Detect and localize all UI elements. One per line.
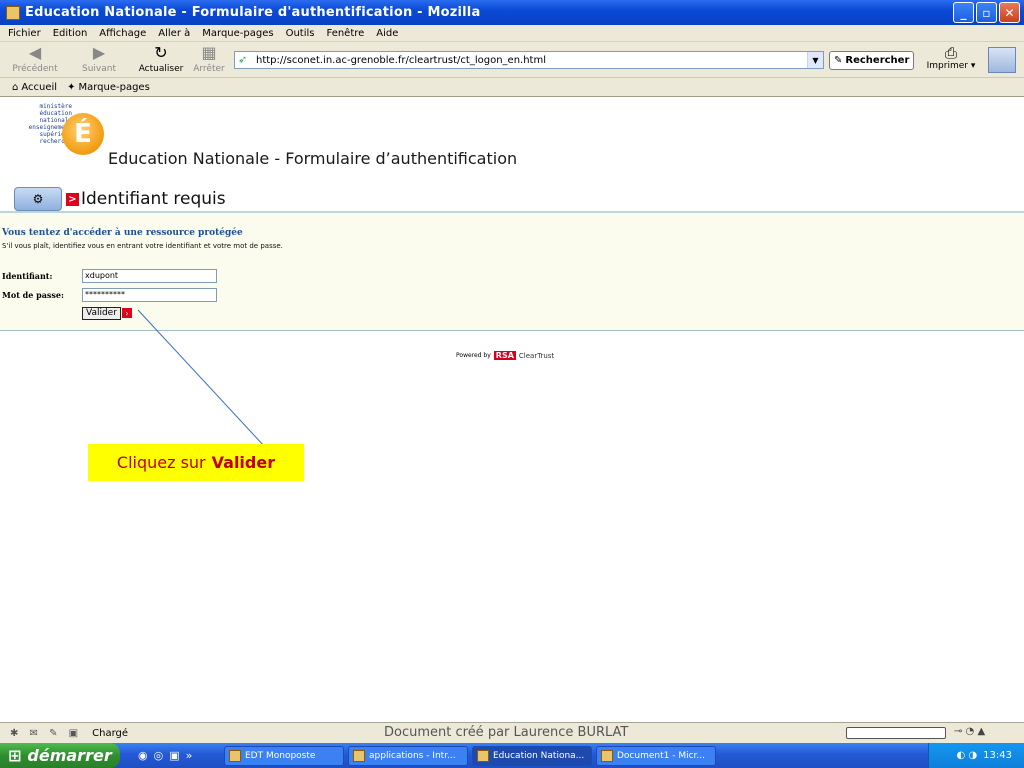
- start-button[interactable]: ⊞ démarrer: [0, 743, 120, 768]
- bookmarks-toolbar: ⌂ Accueil ✦ Marque-pages: [0, 78, 1024, 97]
- taskbar: ⊞ démarrer ◉◎▣» EDT Monoposte applicatio…: [0, 743, 1024, 768]
- clock: 13:43: [983, 750, 1012, 761]
- taskbar-item[interactable]: EDT Monoposte: [224, 745, 344, 766]
- callout-target: Valider: [211, 453, 276, 472]
- stop-label: Arrêter: [193, 64, 225, 74]
- menu-bar: Fichier Edition Affichage Aller à Marque…: [0, 25, 1024, 42]
- back-arrow-icon: ◀: [28, 43, 42, 62]
- progress-bar: [846, 727, 946, 739]
- back-button[interactable]: ◀ Précédent: [6, 43, 64, 75]
- security-icons: ⊸ ◔ ▲: [954, 726, 986, 737]
- minimize-button[interactable]: _: [953, 2, 974, 23]
- task-label: applications - Intr...: [369, 750, 456, 761]
- bookmark-accueil[interactable]: ⌂ Accueil: [12, 82, 57, 93]
- home-icon: ⌂: [12, 81, 19, 93]
- throbber-icon: [988, 47, 1016, 73]
- taskbar-item[interactable]: Document1 - Micr...: [596, 745, 716, 766]
- windows-logo-icon: ⊞: [8, 746, 22, 765]
- menu-fichier[interactable]: Fichier: [8, 28, 41, 39]
- window-title-bar[interactable]: Education Nationale - Formulaire d'authe…: [0, 0, 1024, 25]
- url-dropdown-icon[interactable]: ▼: [807, 52, 823, 68]
- status-icons: ✱ ✉ ✎ ▣: [10, 727, 83, 739]
- menu-marque-pages[interactable]: Marque-pages: [202, 28, 273, 39]
- task-icon: [229, 749, 241, 762]
- print-button[interactable]: ⎙ Imprimer ▾: [920, 45, 982, 71]
- stop-icon: ▦: [201, 43, 217, 62]
- task-label: Education Nationa...: [493, 750, 585, 761]
- menu-aller[interactable]: Aller à: [158, 28, 190, 39]
- start-label: démarrer: [27, 746, 112, 765]
- status-text: Chargé: [92, 727, 129, 739]
- stop-button[interactable]: ▦ Arrêter: [180, 43, 238, 75]
- reload-label: Actualiser: [138, 64, 184, 74]
- bookmark-accueil-label: Accueil: [21, 81, 58, 93]
- page-content: ministère éducation nationale enseigneme…: [0, 97, 1024, 721]
- forward-button[interactable]: ▶ Suivant: [70, 43, 128, 75]
- navigation-toolbar: ◀ Précédent ▶ Suivant ↻ Actualiser ▦ Arr…: [0, 42, 1024, 78]
- maximize-button[interactable]: ▫: [976, 2, 997, 23]
- task-label: Document1 - Micr...: [617, 750, 705, 761]
- window-controls: _ ▫ ✕: [953, 2, 1020, 23]
- forward-arrow-icon: ▶: [92, 43, 106, 62]
- menu-affichage[interactable]: Affichage: [99, 28, 146, 39]
- close-button[interactable]: ✕: [999, 2, 1020, 23]
- quick-launch[interactable]: ◉◎▣»: [138, 749, 220, 762]
- bookmark-marque-pages[interactable]: ✦ Marque-pages: [67, 82, 150, 93]
- back-label: Précédent: [12, 64, 58, 74]
- url-text[interactable]: http://sconet.in.ac-grenoble.fr/cleartru…: [256, 55, 807, 66]
- task-label: EDT Monoposte: [245, 750, 316, 761]
- task-icon: [353, 749, 365, 762]
- status-bar: ✱ ✉ ✎ ▣ Chargé Document créé par Laurenc…: [0, 722, 1024, 743]
- system-tray: ◐ ◑ 13:43: [928, 743, 1024, 768]
- menu-edition[interactable]: Edition: [53, 28, 88, 39]
- search-label: Rechercher: [845, 55, 910, 66]
- task-icon: [477, 749, 489, 762]
- bookmarks-icon: ✦: [67, 81, 76, 93]
- callout-box: Cliquez sur Valider: [88, 444, 304, 481]
- document-credit: Document créé par Laurence BURLAT: [384, 725, 629, 740]
- forward-label: Suivant: [82, 64, 116, 74]
- menu-outils[interactable]: Outils: [286, 28, 315, 39]
- search-icon: ✎: [834, 55, 843, 66]
- menu-fenetre[interactable]: Fenêtre: [326, 28, 364, 39]
- search-button[interactable]: ✎ Rechercher: [829, 51, 914, 70]
- address-bar[interactable]: ➶ http://sconet.in.ac-grenoble.fr/cleart…: [234, 51, 824, 69]
- page-icon: ➶: [238, 53, 248, 66]
- window-title: Education Nationale - Formulaire d'authe…: [25, 5, 481, 20]
- taskbar-item[interactable]: applications - Intr...: [348, 745, 468, 766]
- print-label: Imprimer: [926, 61, 968, 71]
- app-icon: [6, 5, 20, 20]
- tray-icons[interactable]: ◐ ◑: [957, 750, 978, 761]
- task-icon: [601, 749, 613, 762]
- taskbar-item[interactable]: Education Nationa...: [472, 745, 592, 766]
- callout-pointer-line: [137, 309, 266, 448]
- print-icon: ⎙: [944, 44, 957, 62]
- bookmark-marque-pages-label: Marque-pages: [78, 81, 150, 93]
- callout-prefix: Cliquez sur: [116, 453, 206, 472]
- menu-aide[interactable]: Aide: [376, 28, 398, 39]
